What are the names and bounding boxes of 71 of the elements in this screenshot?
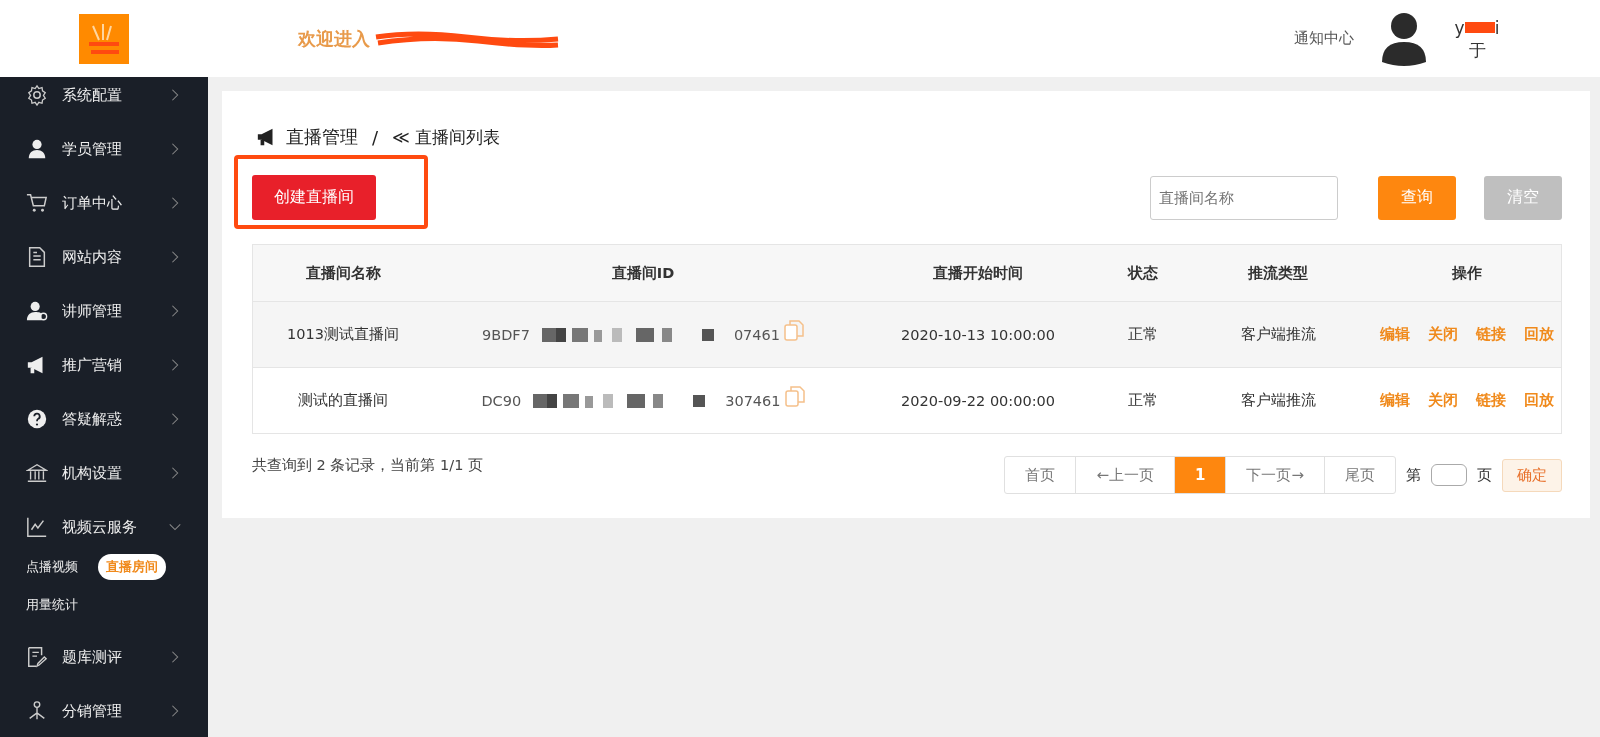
column-header: 操作 (1451, 263, 1483, 283)
submenu-item[interactable]: 用量统计 (26, 592, 78, 618)
copy-icon (784, 318, 804, 341)
bank-icon (26, 462, 48, 484)
submenu-item[interactable]: 点播视频 (26, 554, 78, 580)
column-header: 直播开始时间 (932, 263, 1024, 283)
page-number-field[interactable] (1431, 464, 1467, 486)
person-icon (26, 138, 48, 160)
sidebar-item[interactable]: 机构设置 (0, 446, 208, 500)
table-cell-text: 2020-10-13 10:00:00 (900, 326, 1056, 343)
teacher-icon (26, 300, 48, 322)
id-text: 9BDF7 (481, 326, 530, 343)
page-link[interactable]: 下一页→ (1225, 457, 1324, 493)
breadcrumb-separator: / (372, 126, 379, 148)
action-link[interactable]: 链接 (1476, 391, 1506, 410)
page-link[interactable]: 1 (1174, 457, 1226, 493)
action-link[interactable]: 编辑 (1380, 391, 1410, 410)
table-cell-text: 测试的直播间 (297, 391, 389, 410)
line-chart-icon (26, 516, 48, 538)
sidebar-item[interactable]: 订单中心 (0, 176, 208, 230)
sidebar-item[interactable]: 学员管理 (0, 122, 208, 176)
table-cell-text: 2020-09-22 00:00:00 (900, 392, 1056, 409)
table-cell-text: 正常 (1127, 391, 1159, 410)
redaction-mark (1464, 22, 1495, 33)
column-header: 状态 (1126, 263, 1159, 283)
table-cell-text: 1013测试直播间 (286, 325, 400, 344)
column-header: 推流类型 (1247, 263, 1309, 283)
sidebar-item[interactable]: 推广营销 (0, 338, 208, 392)
username-text: y (1454, 16, 1465, 39)
goto-label: 第 (1406, 465, 1421, 485)
edit-icon (26, 646, 48, 668)
page-link[interactable]: 尾页 (1324, 457, 1395, 493)
cart-icon (26, 192, 48, 214)
table-cell-text: 客户端推流 (1239, 325, 1317, 344)
username-text: i (1494, 16, 1500, 39)
sidebar-item[interactable]: 题库测评 (0, 630, 208, 684)
record-summary: 共查询到 2 条记录，当前第 1/1 页 (252, 455, 483, 475)
logo-icon (79, 13, 129, 64)
breadcrumb-link[interactable]: 直播管理 (286, 125, 358, 149)
table-cell-text: 正常 (1127, 325, 1159, 344)
query-button[interactable]: 查询 (1378, 175, 1456, 220)
breadcrumb-current: ≪ 直播间列表 (392, 125, 501, 149)
copy-icon (784, 384, 805, 407)
id-text: DC90 (481, 392, 522, 409)
sidebar-item[interactable]: 分销管理 (0, 684, 208, 737)
action-link[interactable]: 关闭 (1428, 391, 1458, 410)
id-text: 07461 (733, 326, 780, 343)
document-icon (26, 246, 48, 268)
page-link[interactable]: ←上一页 (1075, 457, 1174, 493)
notification-link[interactable]: 通知中心 (1294, 29, 1354, 48)
sidebar-item[interactable]: 视频云服务 (0, 500, 208, 554)
sidebar-item[interactable]: 网站内容 (0, 230, 208, 284)
table-cell-text: 客户端推流 (1239, 391, 1317, 410)
submenu-item[interactable]: 直播房间 (98, 554, 166, 580)
question-icon (26, 408, 48, 430)
user-nickname: 于 (1467, 38, 1487, 61)
create-button[interactable]: 创建直播间 (252, 175, 376, 220)
column-header: 直播间名称 (304, 263, 382, 283)
sidebar-item[interactable]: 系统配置 (0, 77, 208, 122)
search-field[interactable]: 直播间名称 (1150, 175, 1338, 220)
confirm-button[interactable]: 确定 (1502, 458, 1562, 492)
column-header: 直播间ID (610, 263, 676, 283)
goto-label: 页 (1477, 465, 1492, 485)
page-link[interactable]: 首页 (1005, 457, 1076, 493)
welcome-title: 欢迎进入 (298, 26, 370, 51)
id-text: 307461 (725, 392, 781, 409)
avatar-icon (1380, 11, 1428, 66)
sidebar-item[interactable]: 答疑解惑 (0, 392, 208, 446)
gear-icon (26, 84, 48, 106)
action-link[interactable]: 回放 (1524, 391, 1554, 410)
sidebar-item[interactable]: 讲师管理 (0, 284, 208, 338)
